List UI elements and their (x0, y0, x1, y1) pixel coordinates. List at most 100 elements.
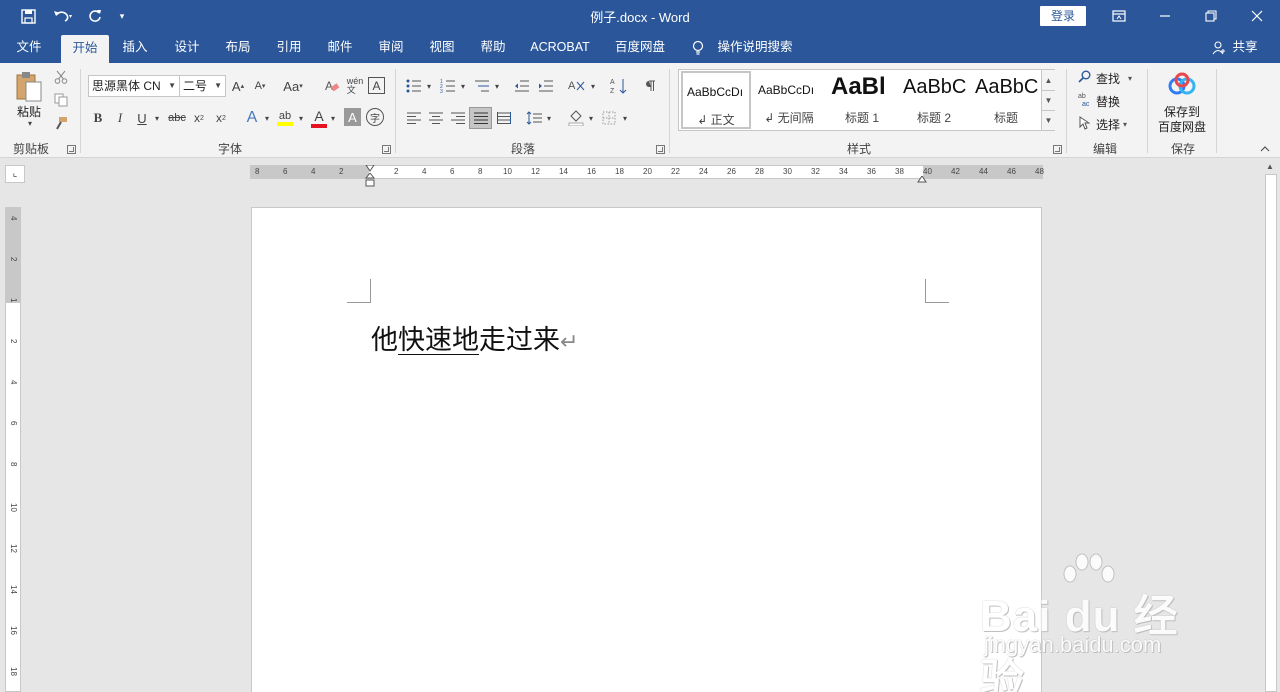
restore-icon[interactable] (1188, 0, 1234, 32)
increase-indent-icon[interactable] (536, 77, 556, 95)
select-button[interactable]: 选择 ▾ (1078, 114, 1127, 134)
styles-launcher-icon[interactable] (1053, 145, 1062, 154)
paste-label[interactable]: 粘贴 (10, 103, 48, 119)
minimize-icon[interactable] (1142, 0, 1188, 32)
superscript-icon[interactable]: x2 (212, 109, 230, 127)
shading-dropdown-icon[interactable]: ▾ (586, 111, 596, 125)
ribbon-display-options-icon[interactable] (1096, 0, 1142, 32)
strikethrough-icon[interactable]: abc (166, 109, 188, 127)
scroll-up-icon[interactable]: ▲ (1266, 162, 1274, 171)
paste-icon[interactable] (12, 69, 46, 105)
tab-baidu-netdisk[interactable]: 百度网盘 (606, 32, 674, 63)
chinese-layout-icon[interactable]: A (566, 77, 588, 95)
tab-layout[interactable]: 布局 (217, 32, 259, 63)
save-to-label-2[interactable]: 百度网盘 (1150, 119, 1214, 134)
format-painter-icon[interactable] (52, 114, 70, 132)
styles-scroll-up-icon[interactable]: ▲ (1041, 70, 1055, 90)
clipboard-launcher-icon[interactable] (67, 145, 76, 154)
cut-icon[interactable] (52, 68, 70, 86)
font-size-combo[interactable]: 二号 ▼ (179, 75, 226, 97)
numbering-dropdown-icon[interactable]: ▾ (458, 79, 468, 93)
baidu-netdisk-icon[interactable] (1166, 71, 1198, 99)
tell-me-search[interactable]: 操作说明搜索 (712, 32, 798, 63)
close-icon[interactable] (1234, 0, 1280, 32)
highlight-dropdown-icon[interactable]: ▾ (296, 111, 306, 125)
align-left-icon[interactable] (404, 109, 424, 127)
vertical-scrollbar[interactable]: ▲ (1262, 158, 1280, 692)
numbering-icon[interactable]: 123 (438, 77, 458, 95)
paragraph-launcher-icon[interactable] (656, 145, 665, 154)
underline-icon[interactable]: U (134, 109, 150, 127)
show-formatting-marks-icon[interactable] (640, 77, 660, 95)
styles-more-icon[interactable]: ▼ (1041, 110, 1055, 130)
style-normal[interactable]: AaBbCcDı ↲ 正文 (681, 71, 751, 129)
line-spacing-dropdown-icon[interactable]: ▾ (544, 111, 554, 125)
tab-references[interactable]: 引用 (268, 32, 310, 63)
font-color-dropdown-icon[interactable]: ▾ (328, 111, 338, 125)
grow-font-icon[interactable]: A ▴ (230, 77, 246, 95)
paste-dropdown-icon[interactable]: ▾ (22, 118, 38, 128)
login-button[interactable]: 登录 (1040, 6, 1086, 26)
tab-stop-selector[interactable]: ⌞ (5, 165, 25, 183)
character-shading-icon[interactable]: A (344, 108, 361, 126)
enclose-characters-icon[interactable]: A (368, 77, 385, 94)
change-case-icon[interactable]: Aa ▾ (280, 77, 306, 95)
replace-button[interactable]: ab ac 替换 (1078, 91, 1120, 111)
style-no-spacing[interactable]: AaBbCcDı ↲ 无间隔 (754, 71, 824, 129)
tab-design[interactable]: 设计 (166, 32, 208, 63)
multilevel-list-icon[interactable] (472, 77, 492, 95)
style-heading-2[interactable]: AaBbC 标题 2 (899, 71, 969, 129)
align-right-icon[interactable] (448, 109, 468, 127)
tab-acrobat[interactable]: ACROBAT (524, 32, 596, 63)
font-color-icon[interactable]: A (310, 107, 328, 129)
font-name-combo[interactable]: 思源黑体 CN ▼ (88, 75, 180, 97)
decrease-indent-icon[interactable] (512, 77, 532, 95)
horizontal-ruler[interactable]: 8 6 4 2 2 4 6 8 10 12 14 16 18 20 22 24 26 28 30 32 34 36… (250, 162, 1044, 187)
bullets-dropdown-icon[interactable]: ▾ (424, 79, 434, 93)
select-dropdown-icon[interactable]: ▾ (1123, 120, 1127, 129)
shrink-font-icon[interactable]: A ▾ (252, 77, 268, 95)
tab-review[interactable]: 审阅 (370, 32, 412, 63)
styles-scroll-down-icon[interactable]: ▼ (1041, 90, 1055, 110)
first-line-indent-marker[interactable] (365, 162, 375, 172)
line-spacing-icon[interactable] (524, 109, 544, 127)
scrollbar-thumb[interactable] (1265, 174, 1277, 692)
document-page[interactable]: 他快速地走过来↵ (251, 207, 1042, 692)
multilevel-dropdown-icon[interactable]: ▾ (492, 79, 502, 93)
tab-view[interactable]: 视图 (421, 32, 463, 63)
find-button[interactable]: 查找 ▾ (1078, 68, 1132, 88)
tab-mailings[interactable]: 邮件 (319, 32, 361, 63)
align-center-icon[interactable] (426, 109, 446, 127)
text-effects-icon[interactable]: A (242, 108, 262, 128)
borders-dropdown-icon[interactable]: ▾ (620, 111, 630, 125)
tab-insert[interactable]: 插入 (114, 32, 156, 63)
share-user-icon[interactable] (1210, 32, 1228, 63)
borders-icon[interactable] (600, 109, 618, 127)
document-paragraph[interactable]: 他快速地走过来↵ (371, 318, 578, 357)
underline-dropdown-icon[interactable]: ▾ (152, 111, 162, 125)
bullets-icon[interactable] (404, 77, 424, 95)
highlight-icon[interactable]: ab (276, 107, 294, 129)
left-indent-marker[interactable] (364, 172, 376, 187)
distributed-icon[interactable] (494, 109, 514, 127)
tab-home[interactable]: 开始 (61, 35, 109, 63)
italic-icon[interactable]: I (112, 109, 128, 127)
enclosed-character-icon[interactable]: 字 (366, 108, 384, 126)
sort-icon[interactable]: AZ (608, 75, 630, 97)
collapse-ribbon-icon[interactable] (1258, 143, 1272, 155)
copy-icon[interactable] (52, 91, 70, 109)
font-launcher-icon[interactable] (382, 145, 391, 154)
clear-formatting-icon[interactable]: A (322, 77, 342, 95)
phonetic-guide-icon[interactable]: wén 文 (345, 76, 365, 96)
tab-help[interactable]: 帮助 (472, 32, 514, 63)
bold-icon[interactable]: B (90, 109, 106, 127)
tab-file[interactable]: 文件 (8, 32, 50, 63)
justify-icon[interactable] (469, 107, 492, 129)
find-dropdown-icon[interactable]: ▾ (1128, 74, 1132, 83)
style-heading-1[interactable]: AaBl 标题 1 (827, 71, 897, 129)
text-effects-dropdown-icon[interactable]: ▾ (262, 111, 272, 125)
subscript-icon[interactable]: x2 (190, 109, 208, 127)
style-title[interactable]: AaBbC 标题 (971, 71, 1041, 129)
save-to-label-1[interactable]: 保存到 (1150, 104, 1214, 119)
chinese-layout-dropdown-icon[interactable]: ▾ (588, 79, 598, 93)
